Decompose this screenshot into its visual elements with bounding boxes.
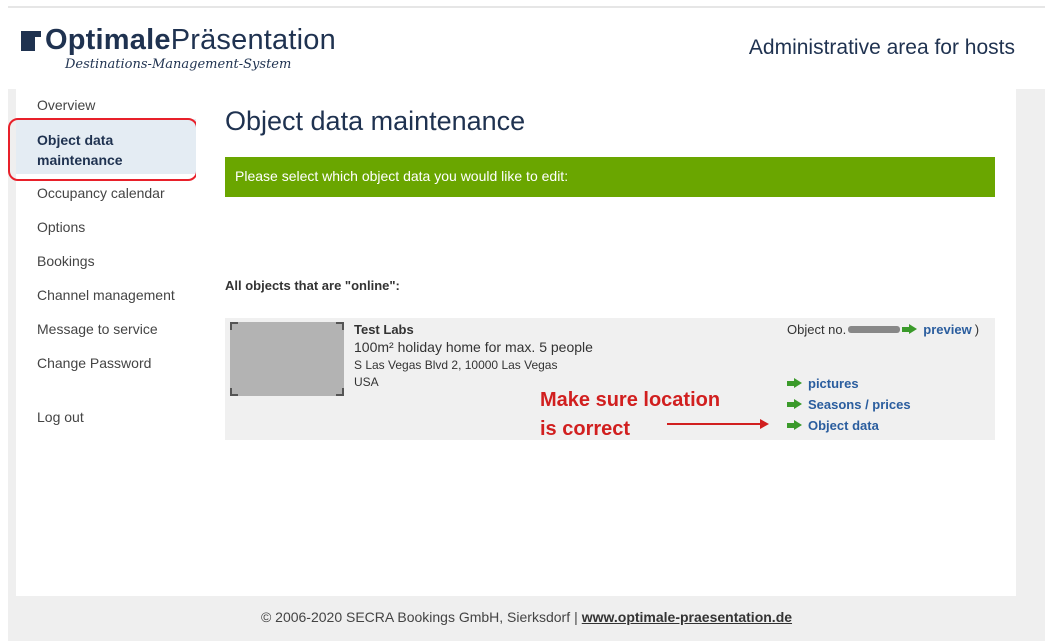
sidebar-item-channel-management[interactable]: Channel management (37, 287, 175, 303)
sidebar-item-occupancy-calendar[interactable]: Occupancy calendar (37, 185, 165, 201)
page-title: Object data maintenance (225, 106, 526, 136)
object-description: 100m² holiday home for max. 5 people (354, 339, 593, 355)
object-data-link[interactable]: Object data (808, 418, 879, 433)
object-links: pictures Seasons / prices Object data (787, 373, 911, 436)
sidebar-item-overview[interactable]: Overview (37, 97, 95, 113)
object-thumbnail[interactable] (230, 322, 344, 396)
arrow-right-icon (787, 420, 802, 431)
seasons-prices-link-row[interactable]: Seasons / prices (787, 394, 911, 415)
pictures-link-row[interactable]: pictures (787, 373, 911, 394)
section-label: All objects that are "online": (225, 278, 400, 293)
arrow-right-icon (902, 324, 918, 335)
annotation-line-1: Make sure location (540, 389, 721, 411)
logo-regular: Präsentation (170, 24, 336, 56)
preview-link[interactable]: preview (923, 322, 971, 337)
main-content: Object data maintenance Please select wh… (196, 89, 1016, 596)
sidebar-item-bookings[interactable]: Bookings (37, 253, 95, 269)
footer-website-link[interactable]: www.optimale-praesentation.de (582, 609, 792, 625)
annotation-highlight-box (8, 118, 198, 181)
footer-copyright: © 2006-2020 SECRA Bookings GmbH, Sierksd… (260, 609, 571, 625)
footer-separator: | (574, 609, 578, 625)
annotation-line-2: is correct (540, 418, 631, 440)
arrow-right-icon (787, 378, 802, 389)
object-name: Test Labs (354, 322, 414, 337)
sidebar-item-message-to-service[interactable]: Message to service (37, 321, 158, 337)
object-country: USA (354, 375, 379, 389)
sidebar-item-options[interactable]: Options (37, 219, 85, 235)
area-title: Administrative area for hosts (748, 36, 1015, 59)
logo-bold: Optimale (45, 24, 171, 56)
redacted-object-number (848, 326, 901, 333)
arrow-right-icon (787, 399, 802, 410)
logo-mark-icon (21, 31, 41, 51)
object-number: Object no. preview ) (787, 322, 979, 337)
sidebar-item-log-out[interactable]: Log out (37, 409, 84, 425)
object-number-label: Object no. (787, 322, 847, 337)
logo-tagline: Destinations-Management-System (65, 57, 292, 72)
object-address: S Las Vegas Blvd 2, 10000 Las Vegas (354, 358, 558, 372)
seasons-prices-link[interactable]: Seasons / prices (808, 397, 911, 412)
footer: © 2006-2020 SECRA Bookings GmbH, Sierksd… (8, 596, 1045, 641)
top-border (8, 6, 1045, 8)
annotation-arrow-icon (667, 419, 769, 429)
pictures-link[interactable]: pictures (808, 376, 859, 391)
sidebar-item-change-password[interactable]: Change Password (37, 355, 151, 371)
preview-suffix: ) (974, 322, 980, 337)
annotation-text: Make sure location is correct (540, 386, 720, 444)
instruction-banner: Please select which object data you woul… (225, 157, 995, 197)
object-data-link-row[interactable]: Object data (787, 415, 911, 436)
logo-text: OptimalePräsentation (45, 23, 336, 57)
